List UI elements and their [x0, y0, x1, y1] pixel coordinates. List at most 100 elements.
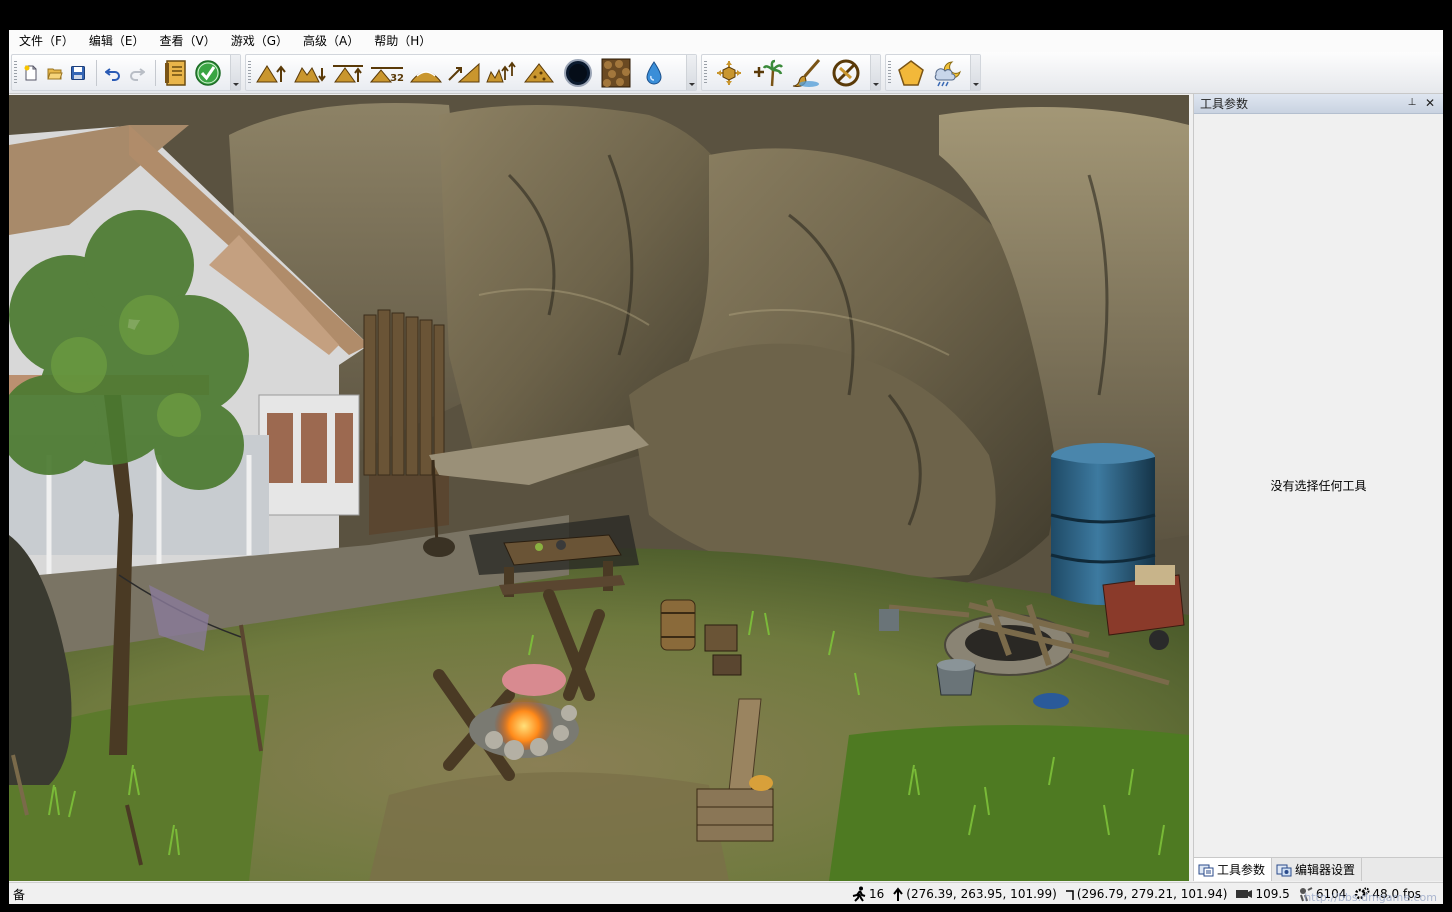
- right-black-band: [1443, 30, 1452, 912]
- ramp-button[interactable]: [446, 58, 482, 88]
- texture-paint-button[interactable]: [598, 58, 634, 88]
- scene-render: [9, 95, 1189, 881]
- no-collision-icon: [832, 59, 859, 86]
- erode-icon: [523, 62, 555, 82]
- tab-editor-settings[interactable]: 编辑器设置: [1272, 858, 1363, 881]
- view-distance-readout: 109.5: [1235, 886, 1290, 901]
- menu-view[interactable]: 查看（V）: [154, 31, 222, 51]
- camera-axis-icon: [1065, 889, 1074, 900]
- status-left-text: 备: [13, 888, 26, 902]
- panel-header: 工具参数 ⊥ ✕: [1194, 94, 1443, 114]
- tab-tool-params-label: 工具参数: [1217, 863, 1266, 877]
- tab-tool-params[interactable]: 工具参数: [1194, 858, 1273, 881]
- toolbar-group-objects: [701, 54, 881, 91]
- texture-paint-icon: [601, 58, 631, 87]
- pin-icon[interactable]: ⊥: [1405, 96, 1419, 110]
- lower-terrain-icon: [294, 66, 326, 82]
- save-button[interactable]: [68, 58, 90, 88]
- toolbar-separator: [154, 59, 156, 86]
- raise-terrain-icon: [256, 64, 286, 82]
- new-file-button[interactable]: [20, 58, 42, 88]
- toolbar-overflow-button[interactable]: [870, 55, 880, 90]
- main-toolbar: 32: [9, 52, 1443, 94]
- scene-viewport[interactable]: [9, 95, 1189, 881]
- open-folder-icon: [46, 68, 63, 79]
- set-height-button[interactable]: 32: [368, 58, 406, 88]
- panel-content: 没有选择任何工具: [1194, 114, 1443, 856]
- status-bar: 备 16 (276.39, 263.95, 101.99) (296.79, 2…: [9, 882, 1443, 904]
- panel-tab-strip: 工具参数 编辑器设置: [1194, 857, 1443, 881]
- toolbar-overflow-button[interactable]: [970, 55, 980, 90]
- cursor-position-value: (276.39, 263.95, 101.99): [906, 886, 1057, 901]
- vegetation-button[interactable]: [749, 58, 786, 88]
- camera-position-readout: (296.79, 279.21, 101.94): [1065, 886, 1228, 902]
- redo-icon: [129, 67, 145, 81]
- smooth-terrain-icon: [409, 70, 443, 82]
- flatten-terrain-button[interactable]: [330, 58, 366, 88]
- editor-settings-icon: [1276, 864, 1292, 876]
- weather-button[interactable]: [930, 58, 964, 88]
- open-button[interactable]: [44, 58, 66, 88]
- erode-button[interactable]: [522, 58, 558, 88]
- cursor-position-readout: (276.39, 263.95, 101.99): [892, 886, 1057, 902]
- menu-edit[interactable]: 编辑（E）: [83, 31, 151, 51]
- toolbar-overflow-button[interactable]: [686, 55, 696, 90]
- smooth-terrain-button[interactable]: [408, 58, 444, 88]
- properties-icon: [164, 59, 186, 86]
- tab-editor-settings-label: 编辑器设置: [1295, 863, 1356, 877]
- camera-position-value: (296.79, 279.21, 101.94): [1076, 886, 1228, 901]
- tool-params-icon: [1198, 864, 1214, 876]
- menu-file[interactable]: 文件（F）: [13, 31, 80, 51]
- panel-title: 工具参数: [1200, 97, 1249, 111]
- noise-icon: [486, 61, 516, 82]
- menu-bar: 文件（F） 编辑（E） 查看（V） 游戏（G） 高级（A） 帮助（H）: [9, 30, 1443, 52]
- raise-terrain-button[interactable]: [254, 58, 290, 88]
- sky-sphere-icon: [564, 58, 592, 87]
- top-black-band: [0, 0, 1452, 30]
- properties-button[interactable]: [161, 58, 191, 88]
- editor-window: 文件（F） 编辑（E） 查看（V） 游戏（G） 高级（A） 帮助（H） 32 工…: [9, 30, 1443, 904]
- set-height-value: 32: [390, 72, 404, 84]
- vegetation-icon: [753, 59, 783, 86]
- no-collision-button[interactable]: [827, 58, 864, 88]
- ramp-icon: [448, 62, 480, 82]
- paint-brush-button[interactable]: [788, 58, 825, 88]
- new-file-icon: [24, 65, 37, 80]
- toolbar-group-terrain: 32: [245, 54, 697, 91]
- speed-value: 16: [868, 886, 885, 901]
- no-tool-selected-message: 没有选择任何工具: [1270, 478, 1367, 493]
- redo-button[interactable]: [126, 58, 148, 88]
- undo-button[interactable]: [102, 58, 124, 88]
- lower-terrain-button[interactable]: [292, 58, 328, 88]
- save-icon: [71, 65, 86, 80]
- paint-brush-icon: [792, 58, 820, 87]
- toolbar-group-environment: [885, 54, 981, 91]
- menu-advanced[interactable]: 高级（A）: [297, 31, 365, 51]
- toolbar-separator: [96, 59, 98, 86]
- view-distance-value: 109.5: [1255, 886, 1290, 901]
- water-icon: [646, 60, 662, 84]
- object-place-button[interactable]: [710, 58, 747, 88]
- menu-help[interactable]: 帮助（H）: [368, 31, 437, 51]
- speed-readout: 16: [851, 886, 884, 902]
- tool-params-panel: 工具参数 ⊥ ✕ 没有选择任何工具 工具参数 编辑器设置: [1193, 94, 1443, 881]
- sky-sphere-button[interactable]: [560, 58, 596, 88]
- menu-game[interactable]: 游戏（G）: [225, 31, 294, 51]
- validate-icon: [195, 59, 221, 86]
- flatten-terrain-icon: [333, 64, 363, 82]
- bottom-black-band: [0, 904, 1452, 912]
- close-icon[interactable]: ✕: [1423, 96, 1437, 110]
- weather-icon: [934, 60, 961, 86]
- shape-icon: [898, 59, 924, 86]
- cursor-pick-icon: [893, 886, 904, 901]
- water-button[interactable]: [636, 58, 672, 88]
- validate-button[interactable]: [192, 58, 224, 88]
- undo-icon: [105, 67, 121, 81]
- running-man-icon: [852, 886, 866, 902]
- toolbar-overflow-button[interactable]: [230, 55, 240, 90]
- noise-button[interactable]: [484, 58, 520, 88]
- toolbar-group-file: [11, 54, 241, 91]
- shape-button[interactable]: [894, 58, 928, 88]
- camera-icon: [1236, 889, 1253, 898]
- site-watermark: http://bbs.dmgame.com: [1304, 891, 1437, 904]
